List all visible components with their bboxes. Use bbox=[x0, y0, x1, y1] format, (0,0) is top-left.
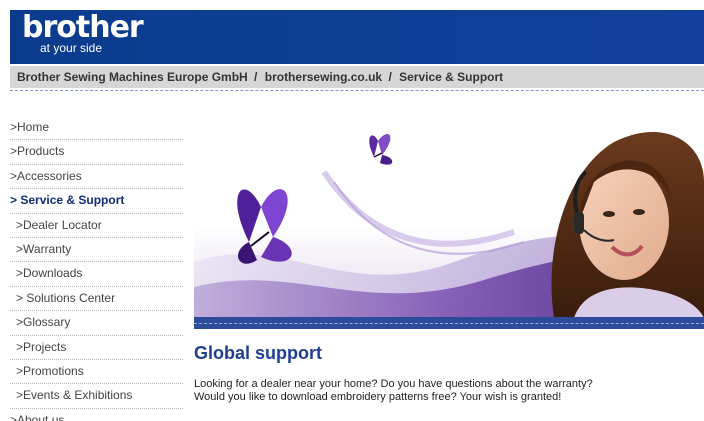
breadcrumb-item[interactable]: Brother Sewing Machines Europe GmbH bbox=[17, 70, 248, 84]
butterfly-icon bbox=[369, 133, 393, 165]
page-title: Global support bbox=[194, 343, 322, 363]
sidebar-nav: >Home >Products >Accessories > Service &… bbox=[10, 116, 183, 421]
butterfly-icon bbox=[237, 189, 292, 264]
intro-text: Looking for a dealer near your home? Do … bbox=[194, 378, 694, 404]
sidebar-item-glossary[interactable]: >Glossary bbox=[10, 311, 183, 336]
intro-line: Would you like to download embroidery pa… bbox=[194, 391, 562, 403]
banner-illustration bbox=[194, 131, 704, 318]
intro-line: Looking for a dealer near your home? Do … bbox=[194, 378, 593, 390]
brother-logo[interactable]: brother at your side bbox=[22, 10, 144, 55]
banner-divider-dashes bbox=[194, 323, 704, 324]
sidebar-item-home[interactable]: >Home bbox=[10, 116, 183, 141]
header-divider bbox=[10, 90, 704, 91]
breadcrumb-separator: / bbox=[254, 70, 258, 84]
sidebar-item-projects[interactable]: >Projects bbox=[10, 336, 183, 360]
sidebar-item-service-support[interactable]: > Service & Support bbox=[10, 189, 183, 214]
sidebar-item-promotions[interactable]: >Promotions bbox=[10, 360, 183, 385]
support-banner-image bbox=[194, 112, 704, 318]
sidebar-item-events-exhibitions[interactable]: >Events & Exhibitions bbox=[10, 384, 183, 409]
sidebar-item-dealer-locator[interactable]: >Dealer Locator bbox=[10, 214, 183, 238]
breadcrumb-separator: / bbox=[388, 70, 392, 84]
breadcrumb: Brother Sewing Machines Europe GmbH / br… bbox=[10, 66, 704, 88]
site-header: brother at your side bbox=[10, 10, 704, 64]
support-agent-photo bbox=[551, 131, 704, 318]
breadcrumb-item-current[interactable]: Service & Support bbox=[399, 70, 503, 84]
breadcrumb-item[interactable]: brothersewing.co.uk bbox=[265, 70, 382, 84]
logo-wordmark: brother bbox=[22, 10, 144, 45]
sidebar-item-about-us[interactable]: >About us bbox=[10, 409, 183, 421]
sidebar-item-solutions-center[interactable]: > Solutions Center bbox=[10, 287, 183, 312]
sidebar-item-warranty[interactable]: >Warranty bbox=[10, 238, 183, 263]
wave-stroke bbox=[321, 170, 515, 247]
sidebar-item-products[interactable]: >Products bbox=[10, 140, 183, 165]
sidebar-item-downloads[interactable]: >Downloads bbox=[10, 262, 183, 287]
sidebar-item-accessories[interactable]: >Accessories bbox=[10, 165, 183, 190]
